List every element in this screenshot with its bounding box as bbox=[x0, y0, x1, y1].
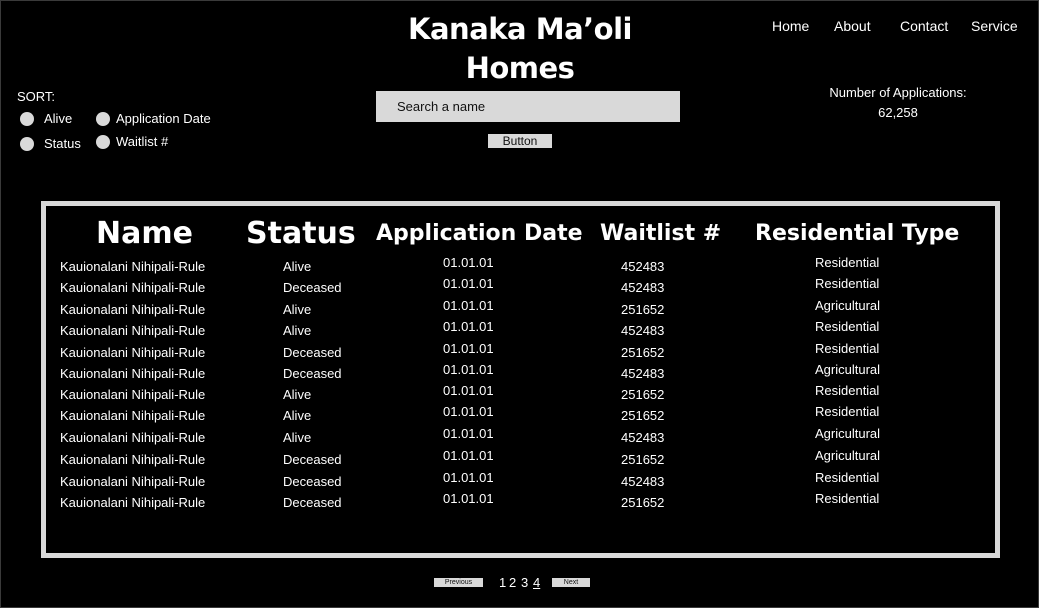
cell-status: Deceased bbox=[283, 345, 342, 360]
column-header-waitlist[interactable]: Waitlist # bbox=[600, 221, 721, 246]
applications-count: Number of Applications: 62,258 bbox=[808, 83, 988, 123]
cell-application-date: 01.01.01 bbox=[443, 426, 494, 441]
radio-icon[interactable] bbox=[96, 134, 110, 149]
cell-residential-type: Residential bbox=[815, 319, 880, 334]
cell-waitlist: 452483 bbox=[621, 430, 665, 445]
cell-name: Kauionalani Nihipali-Rule bbox=[60, 408, 206, 423]
nav-contact[interactable]: Contact bbox=[900, 18, 948, 34]
cell-waitlist: 251652 bbox=[621, 452, 665, 467]
cell-residential-type: Residential bbox=[815, 341, 880, 356]
cell-status: Alive bbox=[283, 408, 312, 423]
radio-icon[interactable] bbox=[20, 111, 34, 126]
cell-waitlist: 452483 bbox=[621, 259, 665, 274]
cell-application-date: 01.01.01 bbox=[443, 298, 494, 313]
cell-status: Alive bbox=[283, 387, 312, 402]
sort-option-application-date[interactable]: Application Date bbox=[96, 111, 211, 126]
sort-option-status[interactable]: Status bbox=[20, 136, 81, 151]
page-4-link[interactable]: 4 bbox=[533, 575, 540, 590]
cell-status: Deceased bbox=[283, 280, 342, 295]
column-header-application-date[interactable]: Application Date bbox=[376, 221, 583, 246]
search-button[interactable]: Button bbox=[488, 134, 552, 148]
applications-number: 62,258 bbox=[878, 105, 918, 120]
cell-name: Kauionalani Nihipali-Rule bbox=[60, 323, 206, 338]
cell-name: Kauionalani Nihipali-Rule bbox=[60, 259, 206, 274]
cell-application-date: 01.01.01 bbox=[443, 255, 494, 270]
cell-status: Alive bbox=[283, 323, 312, 338]
cell-name: Kauionalani Nihipali-Rule bbox=[60, 474, 206, 489]
cell-name: Kauionalani Nihipali-Rule bbox=[60, 430, 206, 445]
cell-waitlist: 452483 bbox=[621, 474, 665, 489]
sort-label: SORT: bbox=[17, 89, 56, 104]
column-header-status[interactable]: Status bbox=[246, 216, 356, 251]
cell-waitlist: 251652 bbox=[621, 302, 665, 317]
next-page-button[interactable]: Next bbox=[552, 578, 590, 587]
previous-page-button[interactable]: Previous bbox=[434, 578, 483, 587]
cell-application-date: 01.01.01 bbox=[443, 383, 494, 398]
cell-application-date: 01.01.01 bbox=[443, 276, 494, 291]
cell-residential-type: Residential bbox=[815, 383, 880, 398]
cell-name: Kauionalani Nihipali-Rule bbox=[60, 495, 206, 510]
nav-home[interactable]: Home bbox=[772, 18, 809, 34]
cell-name: Kauionalani Nihipali-Rule bbox=[60, 387, 206, 402]
site-title-line2: Homes bbox=[465, 51, 575, 85]
cell-waitlist: 452483 bbox=[621, 323, 665, 338]
sort-option-label: Waitlist # bbox=[116, 134, 169, 149]
cell-status: Alive bbox=[283, 430, 312, 445]
search-input[interactable] bbox=[376, 91, 680, 122]
sort-option-label: Application Date bbox=[116, 111, 211, 126]
cell-name: Kauionalani Nihipali-Rule bbox=[60, 345, 206, 360]
cell-application-date: 01.01.01 bbox=[443, 448, 494, 463]
nav-about[interactable]: About bbox=[834, 18, 871, 34]
cell-residential-type: Agricultural bbox=[815, 362, 881, 377]
cell-residential-type: Agricultural bbox=[815, 448, 881, 463]
cell-application-date: 01.01.01 bbox=[443, 470, 494, 485]
applications-label: Number of Applications: bbox=[829, 85, 967, 100]
site-title: Kanaka Ma’oli Homes bbox=[360, 10, 680, 88]
sort-option-waitlist[interactable]: Waitlist # bbox=[96, 134, 168, 149]
page-1-link[interactable]: 1 bbox=[499, 575, 506, 590]
cell-residential-type: Agricultural bbox=[815, 426, 881, 441]
cell-residential-type: Residential bbox=[815, 470, 880, 485]
cell-application-date: 01.01.01 bbox=[443, 362, 494, 377]
cell-application-date: 01.01.01 bbox=[443, 319, 494, 334]
radio-icon[interactable] bbox=[20, 136, 34, 151]
column-header-name[interactable]: Name bbox=[96, 216, 193, 251]
cell-residential-type: Residential bbox=[815, 255, 880, 270]
sort-option-alive[interactable]: Alive bbox=[20, 111, 72, 126]
cell-application-date: 01.01.01 bbox=[443, 404, 494, 419]
column-header-residential-type[interactable]: Residential Type bbox=[755, 221, 959, 246]
cell-name: Kauionalani Nihipali-Rule bbox=[60, 366, 206, 381]
cell-waitlist: 251652 bbox=[621, 345, 665, 360]
cell-waitlist: 452483 bbox=[621, 280, 665, 295]
page-2-link[interactable]: 2 bbox=[509, 575, 516, 590]
cell-waitlist: 251652 bbox=[621, 408, 665, 423]
sort-option-label: Alive bbox=[44, 111, 73, 126]
cell-waitlist: 251652 bbox=[621, 387, 665, 402]
cell-residential-type: Residential bbox=[815, 491, 880, 506]
cell-residential-type: Residential bbox=[815, 404, 880, 419]
cell-status: Deceased bbox=[283, 452, 342, 467]
cell-name: Kauionalani Nihipali-Rule bbox=[60, 452, 206, 467]
cell-residential-type: Agricultural bbox=[815, 298, 881, 313]
cell-name: Kauionalani Nihipali-Rule bbox=[60, 280, 206, 295]
cell-status: Deceased bbox=[283, 366, 342, 381]
cell-status: Alive bbox=[283, 302, 312, 317]
cell-status: Deceased bbox=[283, 495, 342, 510]
radio-icon[interactable] bbox=[96, 111, 110, 126]
sort-option-label: Status bbox=[44, 136, 81, 151]
cell-application-date: 01.01.01 bbox=[443, 491, 494, 506]
page-3-link[interactable]: 3 bbox=[521, 575, 528, 590]
cell-waitlist: 452483 bbox=[621, 366, 665, 381]
cell-name: Kauionalani Nihipali-Rule bbox=[60, 302, 206, 317]
cell-residential-type: Residential bbox=[815, 276, 880, 291]
site-title-line1: Kanaka Ma’oli bbox=[408, 12, 632, 46]
nav-service[interactable]: Service bbox=[971, 18, 1018, 34]
cell-status: Deceased bbox=[283, 474, 342, 489]
cell-application-date: 01.01.01 bbox=[443, 341, 494, 356]
cell-waitlist: 251652 bbox=[621, 495, 665, 510]
cell-status: Alive bbox=[283, 259, 312, 274]
